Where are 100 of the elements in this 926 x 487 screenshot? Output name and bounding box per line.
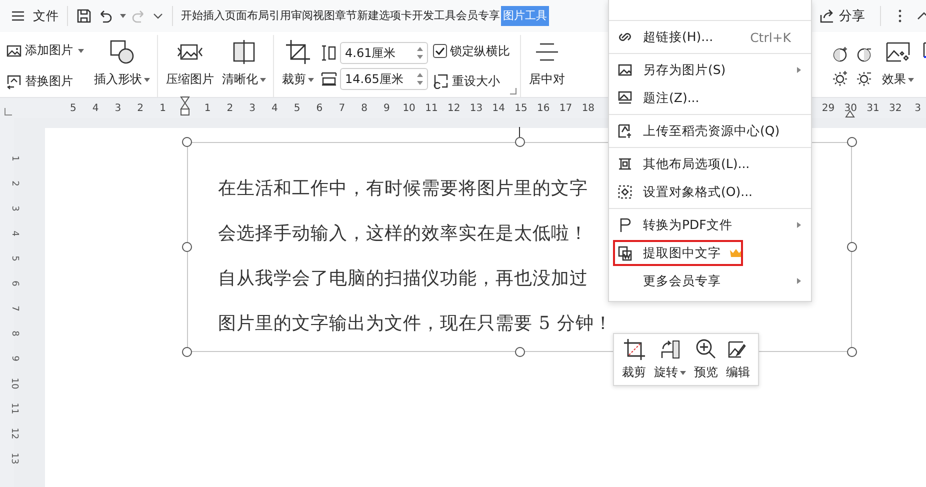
ruler-number: 10 [8,378,20,390]
resize-handle[interactable] [182,347,192,357]
ribbon-tab[interactable]: 审阅 [291,6,313,26]
checkbox-icon[interactable] [433,44,447,58]
resize-handle[interactable] [847,137,857,147]
ruler-number: 4 [8,230,20,236]
layout-icon [617,156,633,172]
effects-button[interactable]: 效果 [880,35,916,97]
text-line: 图片里的文字输出为文件，现在只需要 5 分钟！ [218,313,612,335]
ribbon-tab[interactable]: 新建选项卡 [357,6,412,26]
ribbon-tab[interactable]: 视图 [313,6,335,26]
menu-item[interactable]: 另存为图片(S) [609,56,811,84]
resize-handle[interactable] [182,137,192,147]
file-menu[interactable]: 文件 [33,8,59,24]
resize-handle[interactable] [847,347,857,357]
ruler-number: 3 [8,206,20,212]
lock-ratio-checkbox[interactable]: 锁定纵横比 [433,37,510,65]
replace-picture-button[interactable]: 替换图片 [6,68,84,96]
text-line: 自从我学会了电脑的扫描仪功能，再也没加过 [218,268,588,290]
shortcut-text: Ctrl+K [750,30,792,44]
ruler-number: 2 [226,102,234,114]
add-picture-button[interactable]: 添加图片 [6,36,84,64]
toolbar-button[interactable]: 编辑 [724,338,752,381]
ribbon-tab[interactable]: 开始 [181,6,203,26]
menu-item[interactable]: 题注(Z)... [609,84,811,112]
sharpen-button[interactable]: 清晰化 [220,35,268,97]
upload-image-icon [617,123,633,139]
ribbon-tab[interactable]: 页面布局 [225,6,269,26]
ruler-number: 14 [491,102,506,114]
ruler-number: 3 [114,102,122,114]
reset-size-button[interactable]: 重设大小 [433,67,510,95]
ruler-number: 10 [402,102,416,114]
replace-image-icon [6,74,22,90]
ruler-number: 8 [8,330,20,336]
compress-picture-button[interactable]: 压缩图片 [164,35,216,97]
brightness-up-icon[interactable] [832,69,850,87]
contrast-up-icon[interactable] [832,45,850,63]
toolbar-button[interactable]: 旋转 [652,338,688,381]
resize-handle[interactable] [847,242,857,252]
align-center-button[interactable]: 居中对 [527,35,567,97]
ruler-number: 9 [8,356,20,362]
ruler-number: 5 [8,256,20,262]
ruler-number: 29 [820,102,836,114]
ruler-number: 13 [468,102,484,114]
ribbon-tab[interactable]: 章节 [335,6,357,26]
spinner-icon[interactable] [416,71,424,87]
image-icon [6,42,22,58]
indent-marker[interactable] [180,96,190,116]
height-icon [321,45,337,61]
width-field[interactable]: 14.65厘米 [340,68,428,90]
menu-item[interactable]: 其他布局选项(L)... [609,150,811,178]
tab-stop-icon[interactable] [4,108,12,116]
ruler-number: 1 [203,102,212,114]
menu-item[interactable]: 上传至稻壳资源中心(Q) [609,117,811,145]
menu-item[interactable]: 超链接(H)... Ctrl+K [609,23,811,51]
crop-icon [623,338,645,360]
rotate-handle[interactable] [519,127,520,137]
crop-button[interactable]: 裁剪 [280,35,316,97]
ruler-number: 16 [536,102,551,114]
ruler-number: 4 [270,102,279,114]
resize-handle[interactable] [182,242,192,252]
ruler-number: 5 [69,102,78,114]
ruler-number: 12 [446,102,462,114]
ruler-number: 9 [382,102,391,114]
ruler-number: 15 [514,102,528,114]
ruler-number: 12 [8,428,20,440]
caret-icon[interactable] [120,14,126,18]
sharpen-icon [231,39,257,65]
ruler-number: 2 [8,180,20,186]
menu-item[interactable]: 提取图中文字 [609,239,811,267]
share-button[interactable]: 分享 [815,5,869,27]
menu-item[interactable]: 转换为PDF文件 [609,211,811,239]
ruler-number: 11 [424,102,439,114]
insert-shape-button[interactable]: 插入形状 [92,35,152,97]
save-icon[interactable] [76,8,92,24]
ruler-number: 2 [136,102,145,114]
ruler-number: 6 [8,280,20,286]
resize-handle[interactable] [515,347,525,357]
dialog-launcher-icon[interactable] [509,87,517,95]
ribbon-tab[interactable]: 会员专享 [456,6,500,26]
ribbon-tab[interactable]: 引用 [269,6,291,26]
ribbon-tab[interactable]: 开发工具 [412,6,456,26]
ruler-number: 3 [248,102,256,114]
toolbar-button[interactable]: 预览 [692,338,720,381]
rotate-icon [659,338,681,360]
text-line: 会选择手动输入，这样的效率实在是太低啦！ [218,223,588,245]
ruler-number: 1 [8,156,20,162]
ribbon-tab[interactable]: 插入 [203,6,225,26]
menu-item[interactable]: 更多会员专享 [609,267,811,295]
ruler-number: 8 [360,102,368,114]
spinner-icon[interactable] [416,45,424,61]
brightness-down-icon[interactable] [856,69,874,87]
format-icon [617,184,633,200]
ruler-number: 7 [338,102,346,114]
resize-handle[interactable] [515,137,525,147]
width-icon [321,71,337,87]
ruler-number: 13 [8,452,20,464]
menu-item[interactable]: 设置对象格式(O)... [609,178,811,206]
toolbar-button[interactable]: 裁剪 [620,338,648,381]
height-field[interactable]: 4.61厘米 [340,42,428,64]
